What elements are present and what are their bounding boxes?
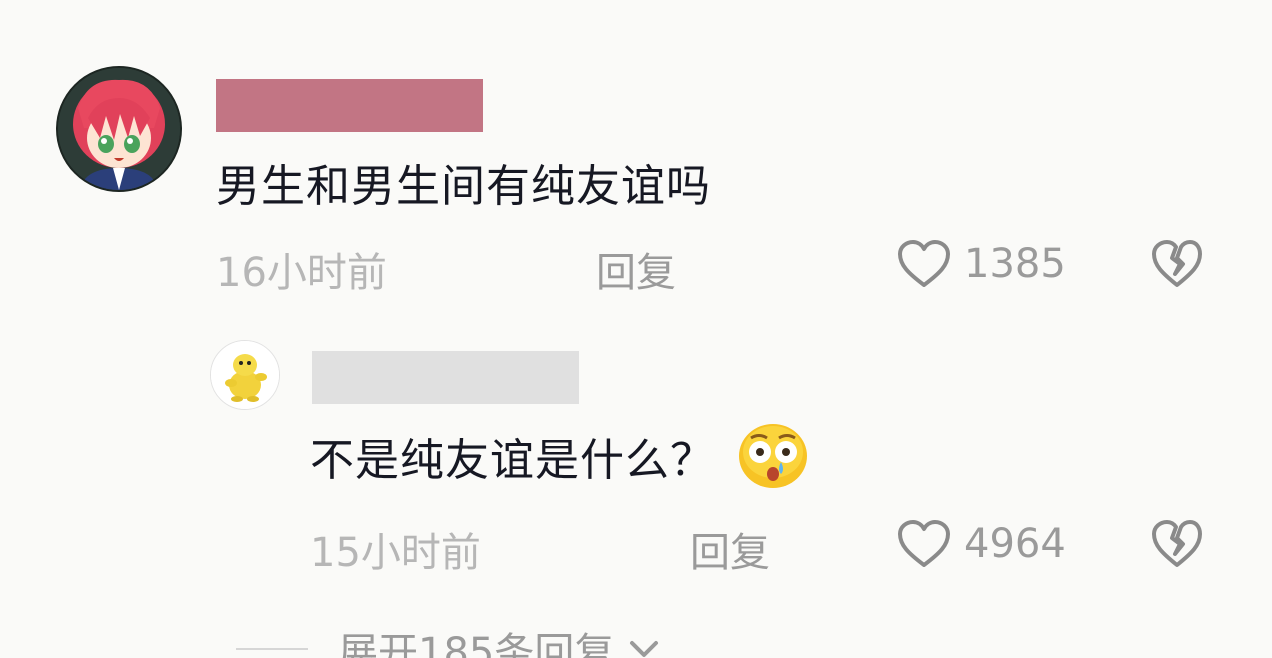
expand-replies-button[interactable]: 展开185条回复 xyxy=(236,620,662,658)
expand-replies-label: 展开185条回复 xyxy=(338,630,615,658)
reply-like-button[interactable]: 4964 xyxy=(896,518,1066,570)
reply-avatar[interactable] xyxy=(210,340,280,410)
like-button[interactable]: 1385 xyxy=(896,238,1066,290)
reply-reply-button[interactable]: 回复 xyxy=(690,520,770,578)
avatar-anime-character-icon xyxy=(58,68,180,190)
broken-heart-icon xyxy=(1152,240,1202,287)
reply-button[interactable]: 回复 xyxy=(596,240,676,298)
comment-text: 男生和男生间有纯友谊吗 xyxy=(216,161,711,212)
chevron-down-icon xyxy=(630,641,659,657)
heart-outline-icon xyxy=(898,240,950,287)
reply-comment: 不是纯友谊是什么？ xyxy=(310,422,809,490)
divider-line xyxy=(236,648,308,650)
broken-heart-icon xyxy=(1152,520,1202,567)
reply-like-count: 4964 xyxy=(964,521,1066,567)
heart-outline-icon xyxy=(898,520,950,567)
comment-timestamp: 16小时前 xyxy=(216,250,387,296)
reply-timestamp: 15小时前 xyxy=(310,530,481,576)
dislike-button[interactable] xyxy=(1150,238,1204,294)
reply-comment-text: 不是纯友谊是什么？ xyxy=(310,435,715,486)
avatar-yellow-creature-icon xyxy=(211,341,279,409)
reply-username-redacted[interactable] xyxy=(312,351,579,404)
username-redacted[interactable] xyxy=(216,79,483,132)
face-with-tear-icon xyxy=(739,424,807,488)
reply-dislike-button[interactable] xyxy=(1150,518,1204,574)
like-count: 1385 xyxy=(964,241,1066,287)
avatar[interactable] xyxy=(56,66,182,192)
